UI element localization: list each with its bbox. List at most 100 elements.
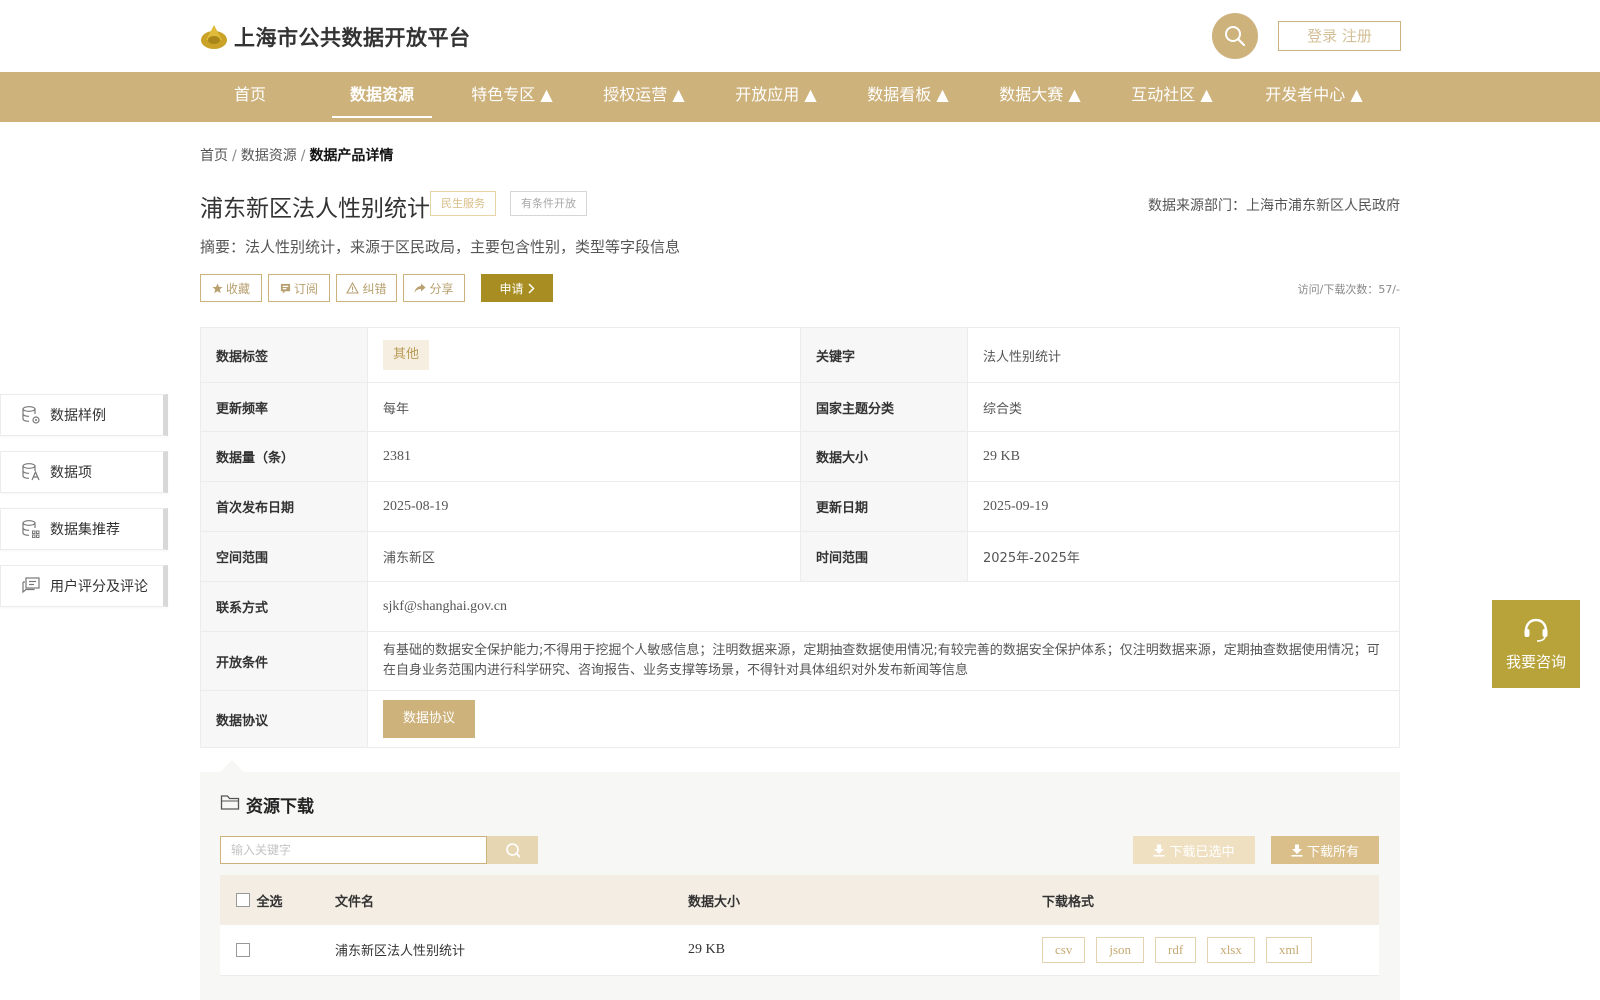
info-value: 其他 bbox=[367, 327, 801, 383]
format-cell: csv json rdf xlsx xml bbox=[1042, 925, 1379, 976]
star-icon bbox=[212, 282, 223, 293]
header-search-button[interactable] bbox=[1212, 13, 1258, 59]
section-pointer bbox=[220, 760, 244, 772]
nav-item-community[interactable]: 互动社区 ▲ bbox=[1122, 72, 1222, 122]
sidebar-item-user-reviews[interactable]: 用户评分及评论 bbox=[0, 565, 168, 607]
format-xlsx-button[interactable]: xlsx bbox=[1207, 936, 1255, 963]
category-badge: 民生服务 bbox=[430, 191, 496, 216]
nav-item-special-zone[interactable]: 特色专区 ▲ bbox=[462, 72, 562, 122]
database-gear-icon bbox=[22, 406, 40, 424]
apply-label: 申请 bbox=[499, 281, 524, 296]
keyword-search-input[interactable] bbox=[220, 836, 487, 864]
apply-button[interactable]: 申请 bbox=[481, 274, 553, 302]
share-icon bbox=[414, 283, 426, 293]
table-row: 数据协议 数据协议 bbox=[200, 690, 1400, 748]
info-label: 首次发布日期 bbox=[200, 481, 368, 532]
share-button[interactable]: 分享 bbox=[403, 274, 465, 302]
favorite-label: 收藏 bbox=[225, 281, 250, 296]
breadcrumb: 首页 / 数据资源 / 数据产品详情 bbox=[200, 145, 393, 165]
site-title[interactable]: 上海市公共数据开放平台 bbox=[234, 22, 471, 52]
download-selected-button[interactable]: 下载已选中 bbox=[1133, 836, 1255, 864]
consult-button[interactable]: 我要咨询 bbox=[1492, 600, 1580, 688]
table-header-row: 全选 文件名 数据大小 下载格式 bbox=[220, 875, 1379, 925]
sidebar-item-label: 数据集推荐 bbox=[50, 522, 120, 538]
file-size: 29 KB bbox=[688, 925, 1042, 976]
sidebar-item-data-sample[interactable]: 数据样例 bbox=[0, 394, 168, 436]
info-value: 2025-08-19 bbox=[367, 481, 801, 532]
download-section-title: 资源下载 bbox=[246, 797, 314, 817]
column-filename: 文件名 bbox=[335, 875, 688, 925]
info-label: 数据大小 bbox=[800, 431, 968, 482]
column-select-all: 全选 bbox=[220, 875, 335, 925]
nav-item-data-dashboard[interactable]: 数据看板 ▲ bbox=[858, 72, 958, 122]
nav-item-authorized-operation[interactable]: 授权运营 ▲ bbox=[594, 72, 694, 122]
search-icon bbox=[1225, 26, 1246, 47]
info-value: 2381 bbox=[367, 431, 801, 482]
nav-item-home[interactable]: 首页 bbox=[210, 72, 290, 122]
open-condition-text: 有基础的数据安全保护能力;不得用于挖掘个人敏感信息；注明数据来源，定期抽查数据使… bbox=[367, 631, 1400, 691]
info-value: 每年 bbox=[367, 382, 801, 432]
format-rdf-button[interactable]: rdf bbox=[1155, 936, 1197, 963]
database-text-icon bbox=[22, 463, 40, 481]
info-label: 空间范围 bbox=[200, 531, 368, 582]
table-row: 开放条件 有基础的数据安全保护能力;不得用于挖掘个人敏感信息；注明数据来源，定期… bbox=[200, 631, 1400, 691]
info-label: 更新日期 bbox=[800, 481, 968, 532]
info-value: 浦东新区 bbox=[367, 531, 801, 582]
info-value: 29 KB bbox=[967, 431, 1400, 482]
download-icon bbox=[1153, 844, 1165, 857]
nav-item-data-resources[interactable]: 数据资源 bbox=[332, 72, 432, 122]
consult-label: 我要咨询 bbox=[1505, 652, 1566, 671]
resource-file-table: 全选 文件名 数据大小 下载格式 浦东新区法人性别统计 29 KB csv jso… bbox=[220, 875, 1379, 976]
info-label: 数据量（条） bbox=[200, 431, 368, 482]
subscribe-button[interactable]: 订阅 bbox=[268, 274, 330, 302]
info-label: 数据协议 bbox=[200, 690, 368, 748]
nav-item-open-apps[interactable]: 开放应用 ▲ bbox=[726, 72, 826, 122]
breadcrumb-data-resources[interactable]: 数据资源 bbox=[241, 148, 297, 164]
info-label: 关键字 bbox=[800, 327, 968, 383]
sidebar-item-label: 用户评分及评论 bbox=[50, 579, 148, 595]
page-title: 浦东新区法人性别统计 bbox=[200, 196, 430, 222]
source-department: 数据来源部门：上海市浦东新区人民政府 bbox=[1148, 198, 1400, 214]
download-icon bbox=[1291, 844, 1303, 857]
database-grid-icon bbox=[22, 520, 40, 538]
row-select-cell bbox=[220, 925, 335, 976]
select-all-checkbox[interactable] bbox=[236, 893, 250, 907]
open-type-badge: 有条件开放 bbox=[510, 191, 587, 216]
row-checkbox[interactable] bbox=[236, 942, 250, 957]
download-all-label: 下载所有 bbox=[1306, 844, 1359, 860]
format-json-button[interactable]: json bbox=[1096, 936, 1145, 963]
breadcrumb-current: 数据产品详情 bbox=[309, 148, 394, 164]
main-nav: 首页 数据资源 特色专区 ▲ 授权运营 ▲ 开放应用 ▲ 数据看板 ▲ 数据大赛… bbox=[0, 72, 1600, 122]
platform-logo-icon[interactable] bbox=[200, 22, 228, 50]
format-csv-button[interactable]: csv bbox=[1042, 936, 1086, 963]
report-error-button[interactable]: 纠错 bbox=[336, 274, 397, 302]
breadcrumb-home[interactable]: 首页 bbox=[200, 148, 228, 164]
report-error-label: 纠错 bbox=[362, 281, 387, 296]
share-label: 分享 bbox=[429, 281, 454, 296]
chevron-right-icon bbox=[527, 282, 535, 294]
sidebar-item-dataset-recommend[interactable]: 数据集推荐 bbox=[0, 508, 168, 550]
site-header: 上海市公共数据开放平台 登录 注册 bbox=[0, 0, 1600, 72]
column-size: 数据大小 bbox=[688, 875, 1042, 925]
info-value: 法人性别统计 bbox=[967, 327, 1400, 383]
column-format: 下载格式 bbox=[1042, 875, 1379, 925]
favorite-button[interactable]: 收藏 bbox=[200, 274, 262, 302]
nav-item-developer-center[interactable]: 开发者中心 ▲ bbox=[1254, 72, 1374, 122]
info-label: 联系方式 bbox=[200, 581, 368, 632]
data-protocol-button[interactable]: 数据协议 bbox=[383, 700, 475, 738]
table-row: 数据量（条） 2381 数据大小 29 KB bbox=[200, 431, 1400, 482]
data-tag-chip[interactable]: 其他 bbox=[383, 340, 430, 370]
breadcrumb-separator: / bbox=[232, 148, 237, 164]
contact-email: sjkf@shanghai.gov.cn bbox=[367, 581, 1400, 632]
info-value: 2025年-2025年 bbox=[967, 531, 1400, 582]
nav-item-data-contest[interactable]: 数据大赛 ▲ bbox=[990, 72, 1090, 122]
subscribe-label: 订阅 bbox=[293, 281, 318, 296]
login-register-button[interactable]: 登录 注册 bbox=[1278, 21, 1401, 51]
select-all-label: 全选 bbox=[256, 894, 283, 910]
keyword-search-button[interactable] bbox=[487, 836, 538, 864]
breadcrumb-separator: / bbox=[300, 148, 306, 164]
info-value: 综合类 bbox=[967, 382, 1400, 432]
sidebar-item-data-fields[interactable]: 数据项 bbox=[0, 451, 168, 493]
download-all-button[interactable]: 下载所有 bbox=[1271, 836, 1379, 864]
format-xml-button[interactable]: xml bbox=[1265, 936, 1313, 963]
